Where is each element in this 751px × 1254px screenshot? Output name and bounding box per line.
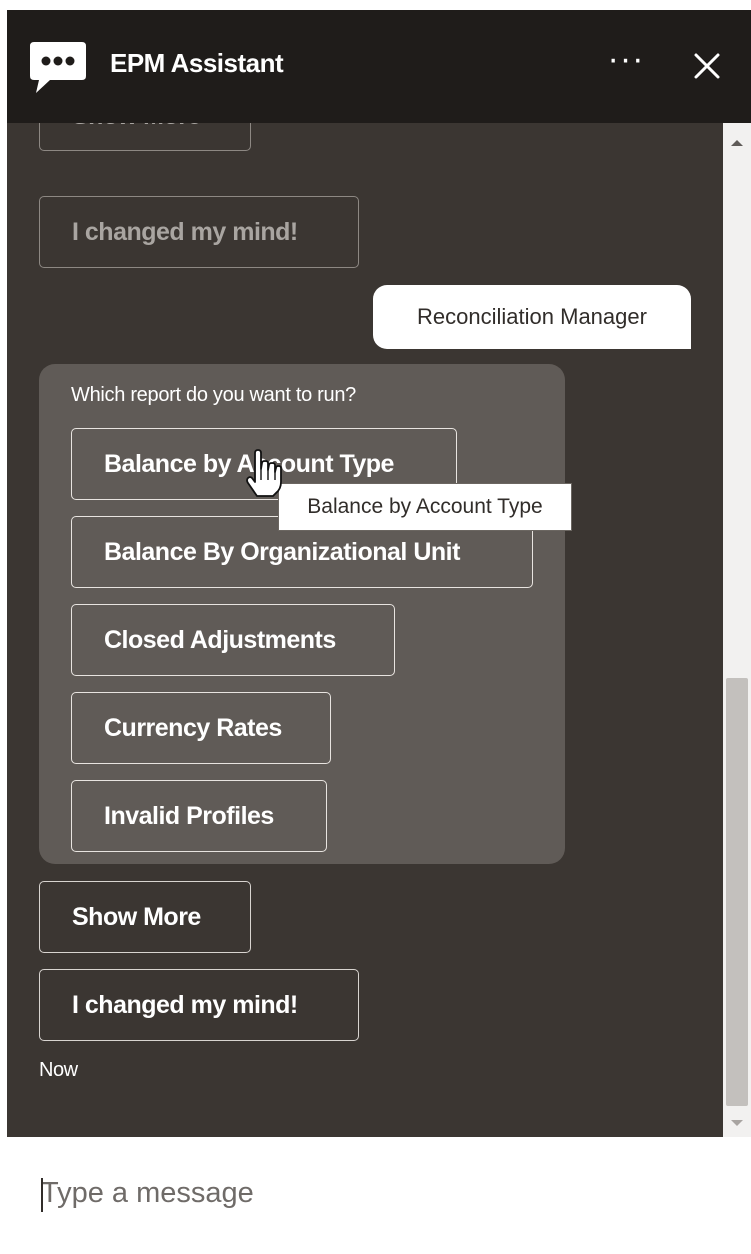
bot-question-text: Which report do you want to run? — [71, 384, 356, 406]
more-options-button[interactable]: ··· — [603, 42, 649, 84]
previous-changed-mind-button[interactable]: I changed my mind! — [39, 196, 359, 268]
scroll-up-arrow-icon[interactable] — [723, 133, 751, 153]
show-more-button[interactable]: Show More — [39, 881, 251, 953]
conversation-area: Show More I changed my mind! Reconciliat… — [7, 123, 723, 1137]
message-timestamp: Now — [39, 1059, 78, 1081]
option-invalid-profiles[interactable]: Invalid Profiles — [71, 780, 327, 852]
previous-show-more-button[interactable]: Show More — [39, 123, 251, 151]
scroll-down-arrow-icon[interactable] — [723, 1113, 751, 1133]
ellipsis-icon: ··· — [607, 40, 645, 78]
chat-scrollbar[interactable] — [723, 123, 751, 1137]
hover-tooltip: Balance by Account Type — [278, 483, 572, 531]
close-icon — [694, 53, 720, 79]
hand-pointer-icon — [246, 449, 282, 497]
tooltip-text: Balance by Account Type — [307, 495, 543, 518]
changed-mind-button[interactable]: I changed my mind! — [39, 969, 359, 1041]
bot-message-bubble: Which report do you want to run? Balance… — [39, 364, 565, 864]
message-composer — [7, 1137, 751, 1254]
chat-widget: EPM Assistant ··· Show More I changed my… — [7, 10, 751, 1254]
option-closed-adjustments[interactable]: Closed Adjustments — [71, 604, 395, 676]
chat-header: EPM Assistant ··· — [7, 10, 751, 123]
message-input[interactable] — [41, 1173, 721, 1213]
option-currency-rates[interactable]: Currency Rates — [71, 692, 331, 764]
assistant-title: EPM Assistant — [110, 48, 284, 78]
scrollbar-thumb[interactable] — [726, 678, 748, 1106]
close-button[interactable] — [687, 46, 727, 86]
user-message-bubble: Reconciliation Manager — [373, 285, 691, 349]
chat-bubble-icon — [30, 42, 86, 93]
user-message-text: Reconciliation Manager — [417, 304, 647, 329]
text-caret — [41, 1178, 43, 1212]
